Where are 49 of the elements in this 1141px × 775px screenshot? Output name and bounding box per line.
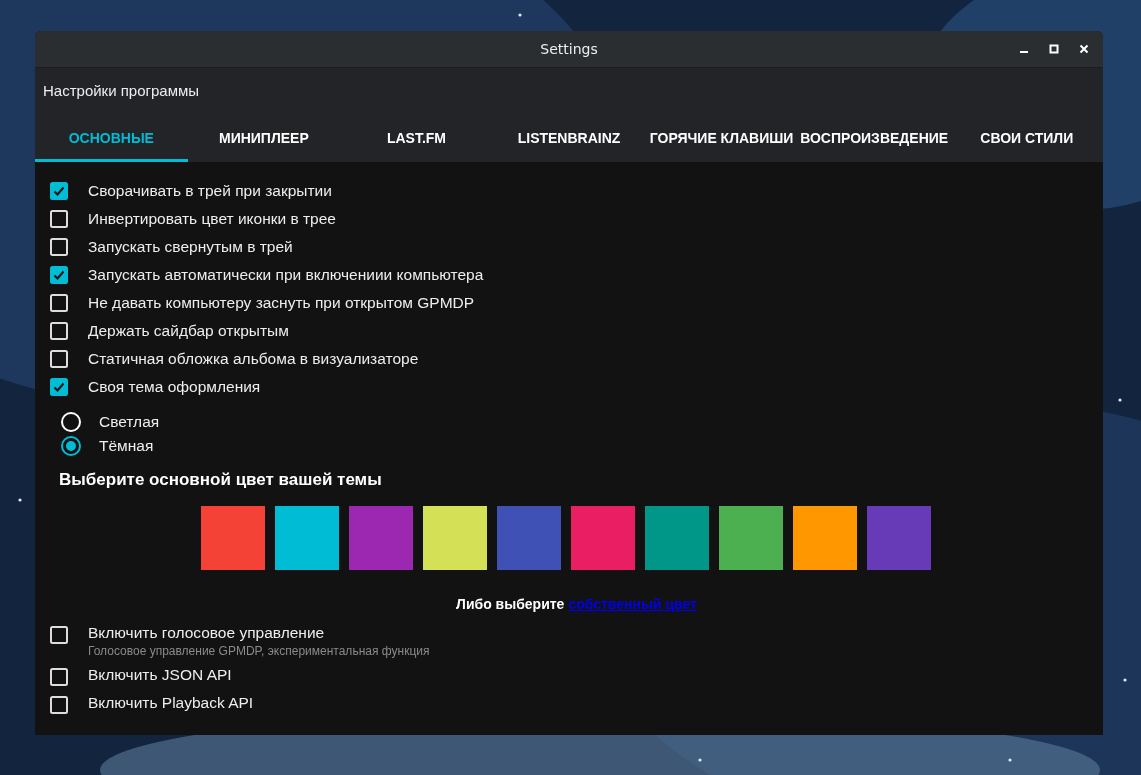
close-icon[interactable]: [1079, 44, 1089, 54]
color-swatch[interactable]: [793, 506, 857, 570]
tab[interactable]: ГОРЯЧИЕ КЛАВИШИ: [645, 117, 798, 162]
color-swatch[interactable]: [201, 506, 265, 570]
checkbox-label: Запускать автоматически при включениии компьютера: [88, 266, 484, 284]
radio-button[interactable]: [61, 436, 81, 456]
checkbox[interactable]: [50, 378, 68, 396]
checkbox[interactable]: [50, 294, 68, 312]
checkbox-label: Включить JSON API: [88, 666, 232, 684]
color-swatch[interactable]: [349, 506, 413, 570]
hint-text: Голосовое управление GPMDP, экспериментальная функция: [88, 644, 430, 658]
checkbox-label: Сворачивать в трей при закрытии: [88, 182, 332, 200]
section-heading: Выберите основной цвет вашей темы: [58, 469, 383, 490]
color-swatch[interactable]: [867, 506, 931, 570]
tab[interactable]: СВОИ СТИЛИ: [950, 117, 1103, 162]
checkbox[interactable]: [50, 210, 68, 228]
checkbox-label: Держать сайдбар открытым: [88, 322, 289, 340]
checkbox-label: Инвертировать цвет иконки в трее: [88, 210, 336, 228]
color-swatch[interactable]: [645, 506, 709, 570]
color-swatch[interactable]: [275, 506, 339, 570]
checkbox[interactable]: [50, 182, 68, 200]
checkbox-label: Своя тема оформления: [88, 378, 261, 396]
checkbox-label: Запускать свернутым в трей: [88, 238, 293, 256]
custom-color-text: Либо выберите: [456, 596, 565, 612]
maximize-icon[interactable]: [1049, 44, 1059, 54]
checkbox[interactable]: [50, 350, 68, 368]
checkbox-label: Включить голосовое управление: [88, 624, 326, 642]
color-swatch[interactable]: [423, 506, 487, 570]
tab[interactable]: МИНИПЛЕЕР: [187, 117, 341, 162]
color-swatch[interactable]: [719, 506, 783, 570]
tab[interactable]: ВОСПРОИЗВЕДЕНИЕ: [797, 117, 951, 162]
checkbox-label: Статичная обложка альбома в визуализаторе: [88, 350, 419, 368]
tab[interactable]: LISTENBRAINZ: [492, 117, 646, 162]
color-swatch[interactable]: [571, 506, 635, 570]
checkbox[interactable]: [50, 322, 68, 340]
radio-label: Светлая: [99, 413, 160, 431]
checkbox[interactable]: [50, 668, 68, 686]
checkbox-label: Не давать компьютеру заснуть при открытом GPMDP: [88, 294, 475, 312]
checkbox[interactable]: [50, 238, 68, 256]
checkbox[interactable]: [50, 696, 68, 714]
checkbox[interactable]: [50, 266, 68, 284]
checkbox-label: Включить Playback API: [88, 694, 254, 712]
checkbox[interactable]: [50, 626, 68, 644]
radio-label: Тёмная: [99, 437, 154, 455]
tab[interactable]: LAST.FM: [340, 117, 493, 162]
tab[interactable]: ОСНОВНЫЕ: [35, 117, 188, 162]
color-swatch[interactable]: [497, 506, 561, 570]
window-title: Settings: [540, 41, 598, 57]
page-title: Настройки программы: [42, 81, 201, 99]
